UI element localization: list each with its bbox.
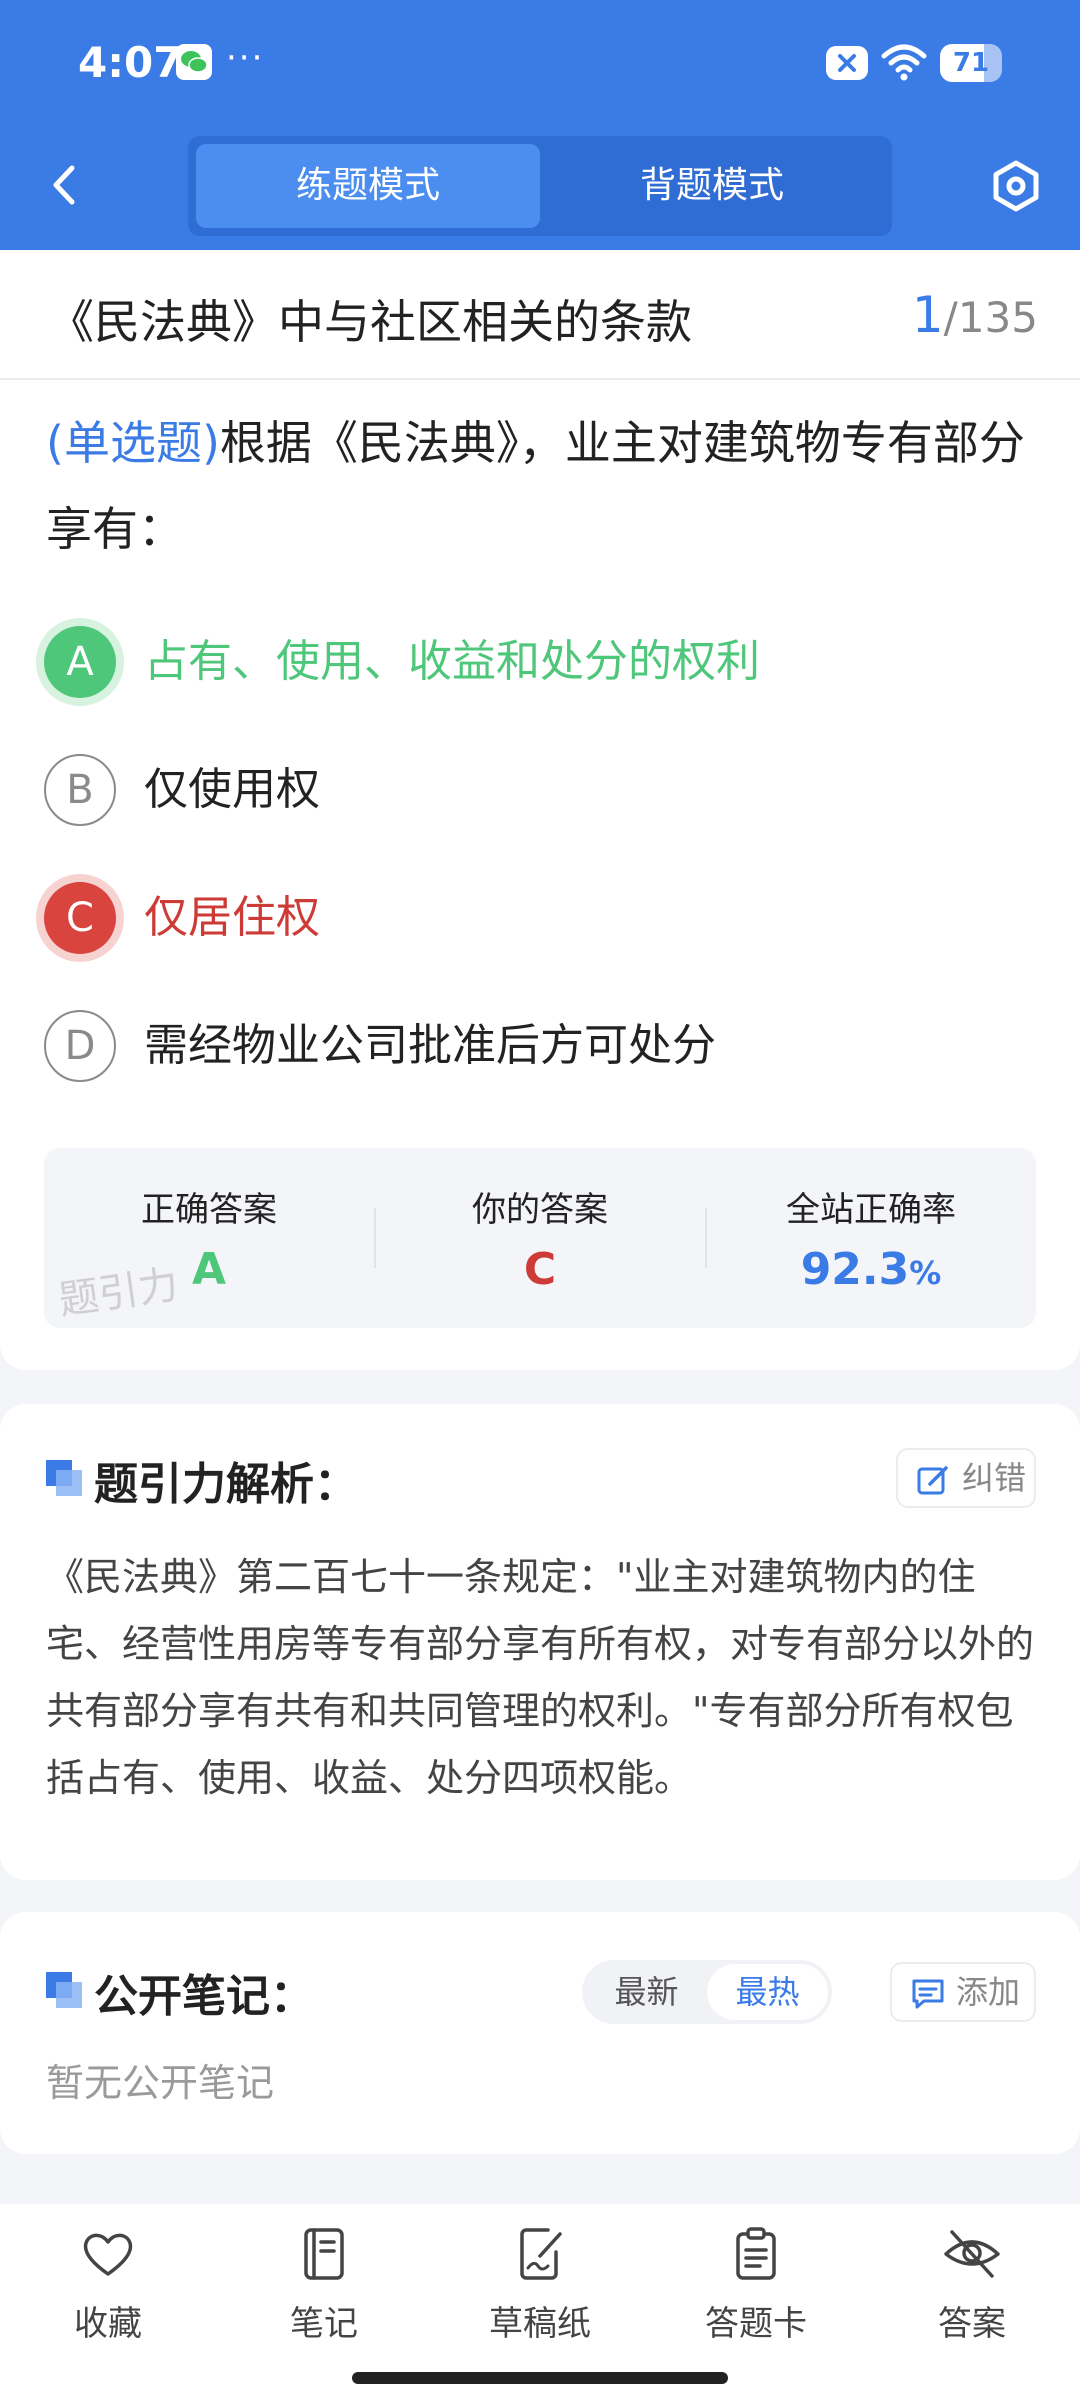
- nav-answer-sheet-label: 答题卡: [705, 2304, 807, 2344]
- your-answer-value: C: [523, 1244, 557, 1295]
- your-answer-label: 你的答案: [472, 1190, 608, 1230]
- notebook-icon: [304, 2228, 344, 2280]
- section-square-icon: [46, 1972, 82, 2008]
- chapter-title: 《民法典》中与社区相关的条款: [48, 295, 692, 349]
- wechat-icon: [176, 44, 212, 80]
- chevron-left-icon: [53, 165, 75, 205]
- clipboard-icon: [736, 2227, 776, 2280]
- option-b-text: 仅使用权: [144, 764, 320, 815]
- option-d[interactable]: D 需经物业公司批准后方可处分: [44, 1006, 1044, 1086]
- top-header: 4:07 ··· 71 练题模式 背题模式: [0, 0, 1080, 250]
- comment-icon: [912, 1979, 944, 2009]
- mode-switch: 练题模式 背题模式: [188, 136, 892, 236]
- question-type: (单选题): [46, 416, 220, 470]
- report-error-button[interactable]: 纠错: [896, 1448, 1036, 1508]
- notes-title: 公开笔记：: [94, 1971, 314, 2022]
- report-error-label: 纠错: [962, 1459, 1027, 1497]
- more-notifications-icon: ···: [226, 38, 265, 78]
- current-question-number: 1: [911, 286, 944, 344]
- tab-practice-mode[interactable]: 练题模式: [196, 144, 540, 228]
- sort-latest-option[interactable]: 最新: [586, 1964, 707, 2020]
- draft-icon: [520, 2228, 562, 2280]
- nav-answer[interactable]: 答案: [864, 2224, 1080, 2364]
- total-questions: /135: [943, 293, 1038, 342]
- option-c-badge: C: [44, 882, 116, 954]
- wifi-icon: [880, 42, 928, 86]
- question-card: 《民法典》中与社区相关的条款 1/135 (单选题)根据《民法典》，业主对建筑物…: [0, 250, 1080, 1370]
- option-b-badge: B: [44, 754, 116, 826]
- option-a-text: 占有、使用、收益和处分的权利: [144, 636, 760, 687]
- sort-hot-option[interactable]: 最热: [707, 1964, 828, 2020]
- eye-off-icon: [944, 2230, 1000, 2278]
- question-text: (单选题)根据《民法典》，业主对建筑物专有部分享有：: [46, 400, 1046, 572]
- notification-muted-icon: [826, 46, 868, 80]
- answer-summary: 正确答案 A 你的答案 C 全站正确率 92.3% 题引力: [44, 1148, 1036, 1328]
- accuracy-value: 92.3%: [706, 1244, 1036, 1295]
- section-square-icon: [46, 1460, 82, 1496]
- notes-card: 公开笔记： 最新 最热 添加 暂无公开笔记: [0, 1912, 1080, 2154]
- accuracy-unit: %: [909, 1254, 942, 1292]
- accuracy-number: 92.3: [800, 1244, 910, 1295]
- option-d-badge: D: [44, 1010, 116, 1082]
- nav-favorite[interactable]: 收藏: [0, 2224, 216, 2364]
- option-d-text: 需经物业公司批准后方可处分: [144, 1020, 716, 1071]
- nav-notes[interactable]: 笔记: [216, 2224, 432, 2364]
- nav-notes-label: 笔记: [290, 2304, 358, 2344]
- question-counter: 1/135: [912, 286, 1038, 344]
- accuracy-section: 全站正确率 92.3%: [706, 1148, 1036, 1328]
- bottom-navigation: 收藏 笔记 草稿纸 答题卡 答案: [0, 2204, 1080, 2400]
- heart-icon: [83, 2233, 133, 2276]
- add-note-label: 添加: [956, 1973, 1021, 2011]
- nav-favorite-label: 收藏: [74, 2304, 142, 2344]
- nav-answer-sheet[interactable]: 答题卡: [648, 2224, 864, 2364]
- nav-draft[interactable]: 草稿纸: [432, 2224, 648, 2364]
- add-note-button[interactable]: 添加: [890, 1962, 1036, 2022]
- empty-notes-text: 暂无公开笔记: [46, 2061, 275, 2105]
- option-a-badge: A: [44, 626, 116, 698]
- analysis-text: 《民法典》第二百七十一条规定："业主对建筑物内的住宅、经营性用房等专有部分享有所…: [46, 1555, 1035, 1800]
- hexagon-settings-icon: [993, 160, 1039, 212]
- analysis-title: 题引力解析：: [94, 1459, 358, 1510]
- analysis-card: 题引力解析： 纠错 《民法典》第二百七十一条规定："业主对建筑物内的住宅、经营性…: [0, 1404, 1080, 1880]
- notes-sort-toggle: 最新 最热: [582, 1960, 832, 2024]
- correct-answer-label: 正确答案: [141, 1190, 277, 1230]
- option-a[interactable]: A 占有、使用、收益和处分的权利: [44, 622, 1044, 702]
- status-time: 4:07: [78, 38, 183, 87]
- your-answer-section: 你的答案 C: [375, 1148, 705, 1328]
- option-b[interactable]: B 仅使用权: [44, 750, 1044, 830]
- home-indicator[interactable]: [352, 2372, 728, 2384]
- battery-indicator: 71: [940, 44, 1002, 82]
- nav-answer-label: 答案: [938, 2304, 1006, 2344]
- back-button[interactable]: [40, 160, 90, 210]
- accuracy-label: 全站正确率: [786, 1190, 956, 1230]
- edit-icon: [917, 1466, 948, 1495]
- settings-button[interactable]: [988, 158, 1044, 214]
- tab-review-mode[interactable]: 背题模式: [540, 144, 884, 228]
- option-c-text: 仅居住权: [144, 892, 320, 943]
- battery-percent: 71: [952, 48, 990, 78]
- nav-draft-label: 草稿纸: [489, 2304, 591, 2344]
- divider: [0, 378, 1080, 380]
- option-c[interactable]: C 仅居住权: [44, 878, 1044, 958]
